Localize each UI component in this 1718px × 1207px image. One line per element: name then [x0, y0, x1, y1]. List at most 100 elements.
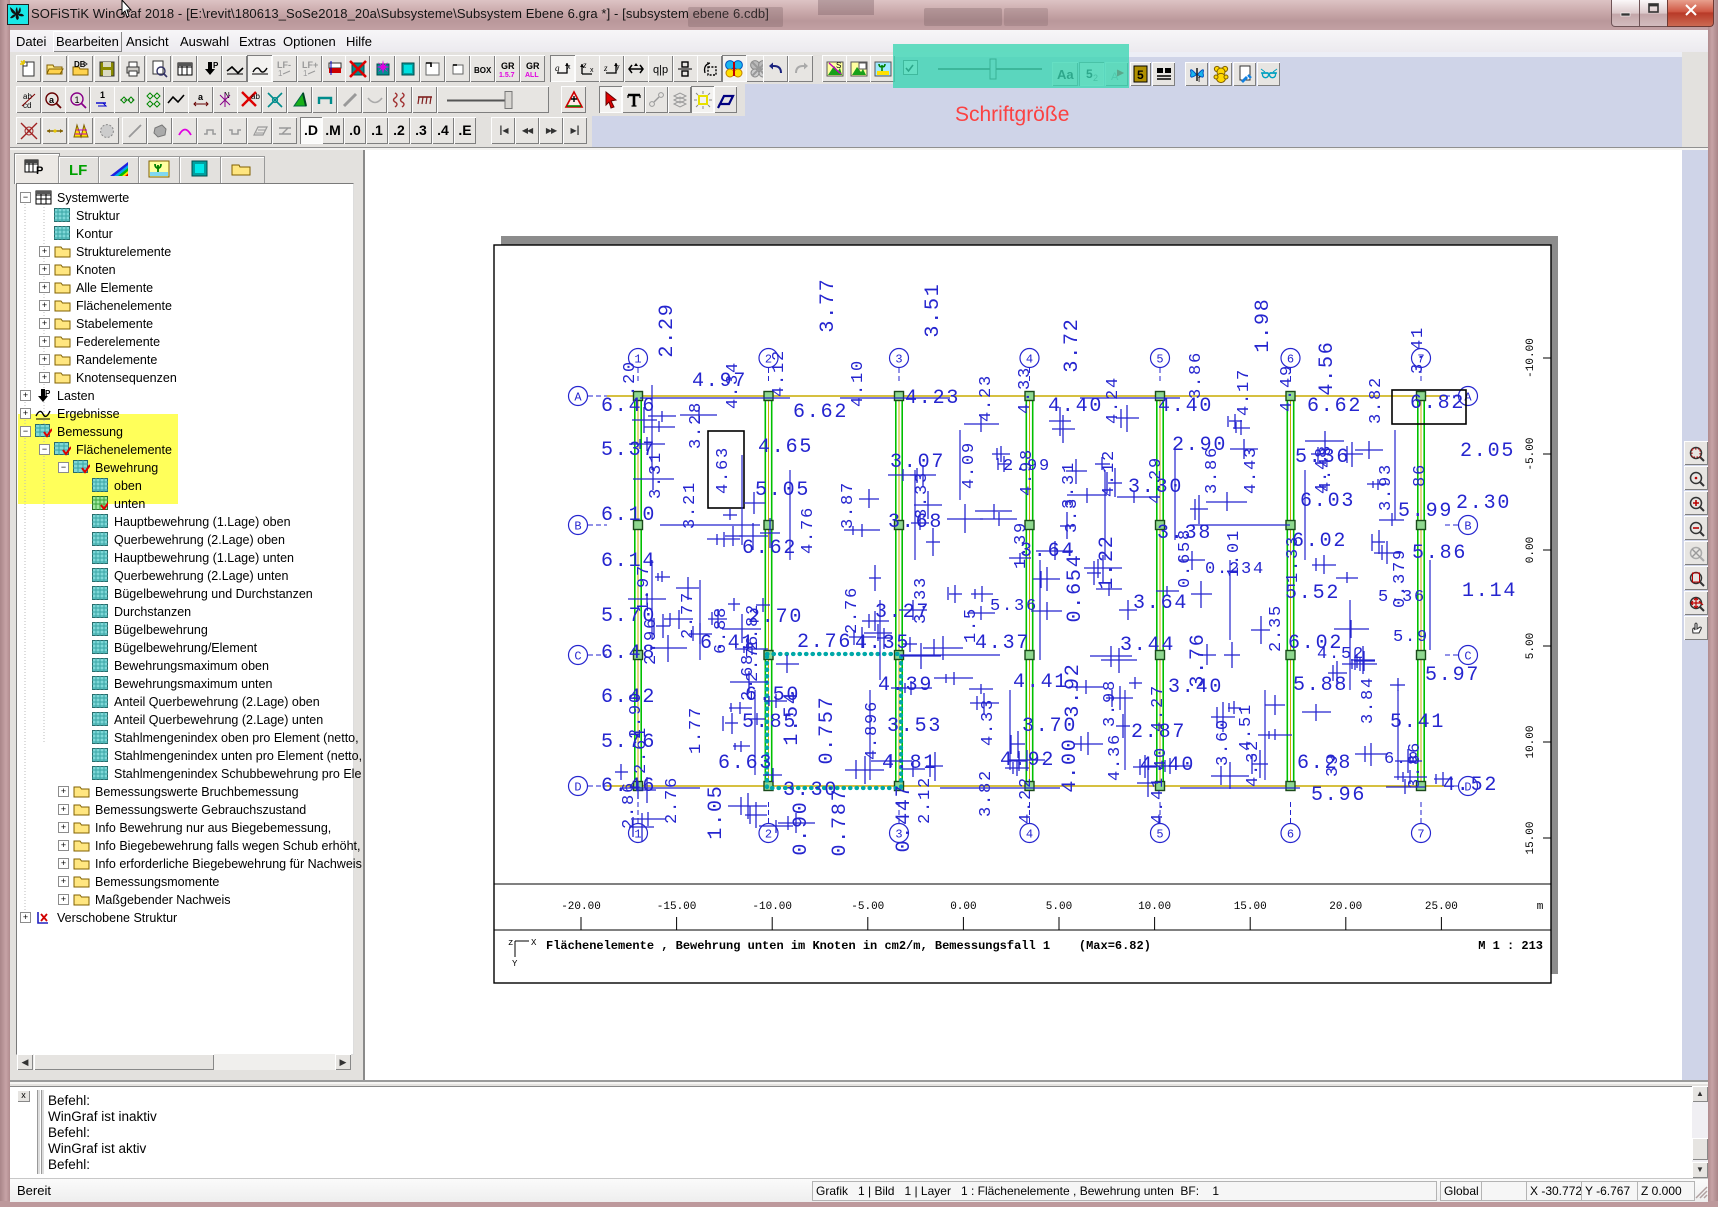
svg-text:3.28: 3.28	[687, 401, 706, 449]
svg-text:3.77: 3.77	[817, 277, 840, 332]
svg-text:86: 86	[1411, 463, 1430, 487]
svg-text:A: A	[574, 391, 582, 405]
svg-text:2.82: 2.82	[744, 603, 763, 651]
svg-text:6.10: 6.10	[601, 504, 656, 527]
svg-text:10.00: 10.00	[1138, 901, 1171, 913]
svg-text:3.93: 3.93	[1377, 463, 1396, 511]
svg-text:P: P	[213, 61, 219, 70]
svg-text:3.86: 3.86	[1187, 351, 1206, 399]
svg-text:Flächenelemente , Bewehrung un: Flächenelemente , Bewehrung unten im Kno…	[546, 939, 1151, 953]
svg-text:4.56: 4.56	[1316, 340, 1339, 395]
svg-text:2.12: 2.12	[916, 776, 935, 824]
svg-text:0.757: 0.757	[816, 695, 839, 764]
svg-text:0.00: 0.00	[950, 901, 976, 913]
svg-text:6.88: 6.88	[712, 606, 731, 654]
svg-text:z: z	[603, 63, 608, 73]
svg-text:0.654: 0.654	[1064, 553, 1087, 622]
svg-text:-20.00: -20.00	[561, 901, 601, 913]
svg-text:4.81: 4.81	[882, 752, 937, 775]
svg-text:4: 4	[1026, 828, 1033, 842]
svg-text:1.01: 1.01	[1225, 529, 1244, 577]
svg-text:X: X	[531, 938, 537, 948]
svg-text:D: D	[574, 781, 581, 795]
svg-text:3.33: 3.33	[912, 576, 931, 624]
svg-text:2.35: 2.35	[1267, 604, 1286, 652]
svg-text:3.21: 3.21	[681, 481, 700, 529]
svg-text:q: q	[555, 63, 560, 73]
svg-text:BOX: BOX	[474, 66, 492, 75]
svg-text:4.76: 4.76	[799, 506, 818, 554]
svg-text:4.33: 4.33	[979, 698, 998, 746]
svg-text:1: 1	[278, 69, 283, 78]
svg-text:Y: Y	[512, 959, 518, 969]
svg-text:4.09: 4.09	[960, 441, 979, 489]
svg-text:1.39: 1.39	[1012, 521, 1031, 569]
svg-text:.20: .20	[621, 360, 640, 396]
svg-text:q|p: q|p	[653, 64, 668, 76]
svg-text:x: x	[590, 67, 594, 74]
svg-text:10.00: 10.00	[1525, 725, 1537, 758]
svg-text:5.97: 5.97	[1425, 664, 1480, 687]
svg-text:3.84: 3.84	[1359, 676, 1378, 724]
svg-text:C: C	[1464, 650, 1471, 664]
svg-text:2.76: 2.76	[843, 586, 862, 634]
svg-text:3.53: 3.53	[887, 715, 942, 738]
svg-text:-5.00: -5.00	[851, 901, 884, 913]
svg-text:m: m	[1537, 901, 1544, 913]
svg-text:3.82: 3.82	[1367, 376, 1386, 424]
svg-text:39: 39	[1324, 753, 1343, 777]
svg-text:ALL: ALL	[525, 72, 539, 79]
svg-text:1: 1	[303, 69, 308, 78]
svg-text:4.23: 4.23	[977, 374, 996, 422]
svg-text:4.33: 4.33	[1016, 366, 1035, 414]
svg-text:-15.00: -15.00	[657, 901, 697, 913]
svg-text:5: 5	[1156, 828, 1163, 842]
svg-text:1.14: 1.14	[1462, 580, 1517, 603]
svg-text:4.34: 4.34	[724, 361, 743, 409]
svg-text:4.12: 4.12	[770, 349, 789, 397]
svg-text:P: P	[45, 389, 51, 398]
svg-text:3: 3	[895, 353, 902, 367]
svg-text:6.82: 6.82	[1410, 392, 1465, 415]
svg-text:4.43: 4.43	[1242, 446, 1261, 494]
svg-text:2.61: 2.61	[632, 726, 651, 774]
svg-text:1.54: 1.54	[781, 690, 804, 745]
svg-text:cd: cd	[23, 101, 31, 110]
svg-text:15.00: 15.00	[1525, 821, 1537, 854]
svg-text:1.05: 1.05	[705, 784, 728, 839]
svg-text:5.9: 5.9	[1393, 628, 1429, 647]
svg-text:5.05: 5.05	[755, 479, 810, 502]
svg-text:2.30: 2.30	[1456, 492, 1511, 515]
svg-text:1.97: 1.97	[635, 564, 654, 612]
svg-text:4.00: 4.00	[1059, 737, 1082, 792]
svg-text:4.48: 4.48	[1317, 444, 1336, 492]
svg-text:3.3: 3.3	[1063, 497, 1082, 533]
svg-text:a: a	[49, 95, 55, 105]
svg-text:4.37: 4.37	[975, 632, 1030, 655]
svg-text:6: 6	[1287, 828, 1294, 842]
svg-text:2.29: 2.29	[656, 302, 679, 357]
svg-text:4.49: 4.49	[1278, 364, 1297, 412]
svg-text:25.00: 25.00	[1425, 901, 1458, 913]
svg-text:4.98: 4.98	[1018, 448, 1037, 496]
svg-text:20.00: 20.00	[1329, 901, 1362, 913]
svg-text:0.00: 0.00	[1525, 537, 1537, 563]
svg-text:0.787: 0.787	[829, 787, 852, 856]
svg-text:LF: LF	[69, 162, 87, 178]
svg-text:3.82: 3.82	[977, 769, 996, 817]
svg-text:4.12: 4.12	[1100, 449, 1119, 497]
svg-text:-10.00: -10.00	[1525, 338, 1537, 378]
svg-text:3.51: 3.51	[922, 282, 945, 337]
svg-text:5: 5	[1137, 68, 1144, 82]
svg-text:4.41: 4.41	[1013, 671, 1068, 694]
svg-text:6.62: 6.62	[1307, 395, 1362, 418]
svg-text:a: a	[198, 92, 204, 102]
svg-text:6.63: 6.63	[718, 752, 773, 775]
svg-text:6.62: 6.62	[793, 401, 848, 424]
svg-text:ab: ab	[251, 92, 260, 101]
svg-text:3.72: 3.72	[1061, 317, 1084, 372]
svg-text:3.92: 3.92	[1062, 662, 1085, 717]
svg-text:1.22: 1.22	[1096, 534, 1119, 589]
svg-text:C: C	[574, 650, 581, 664]
svg-text:4.36: 4.36	[1106, 733, 1125, 781]
